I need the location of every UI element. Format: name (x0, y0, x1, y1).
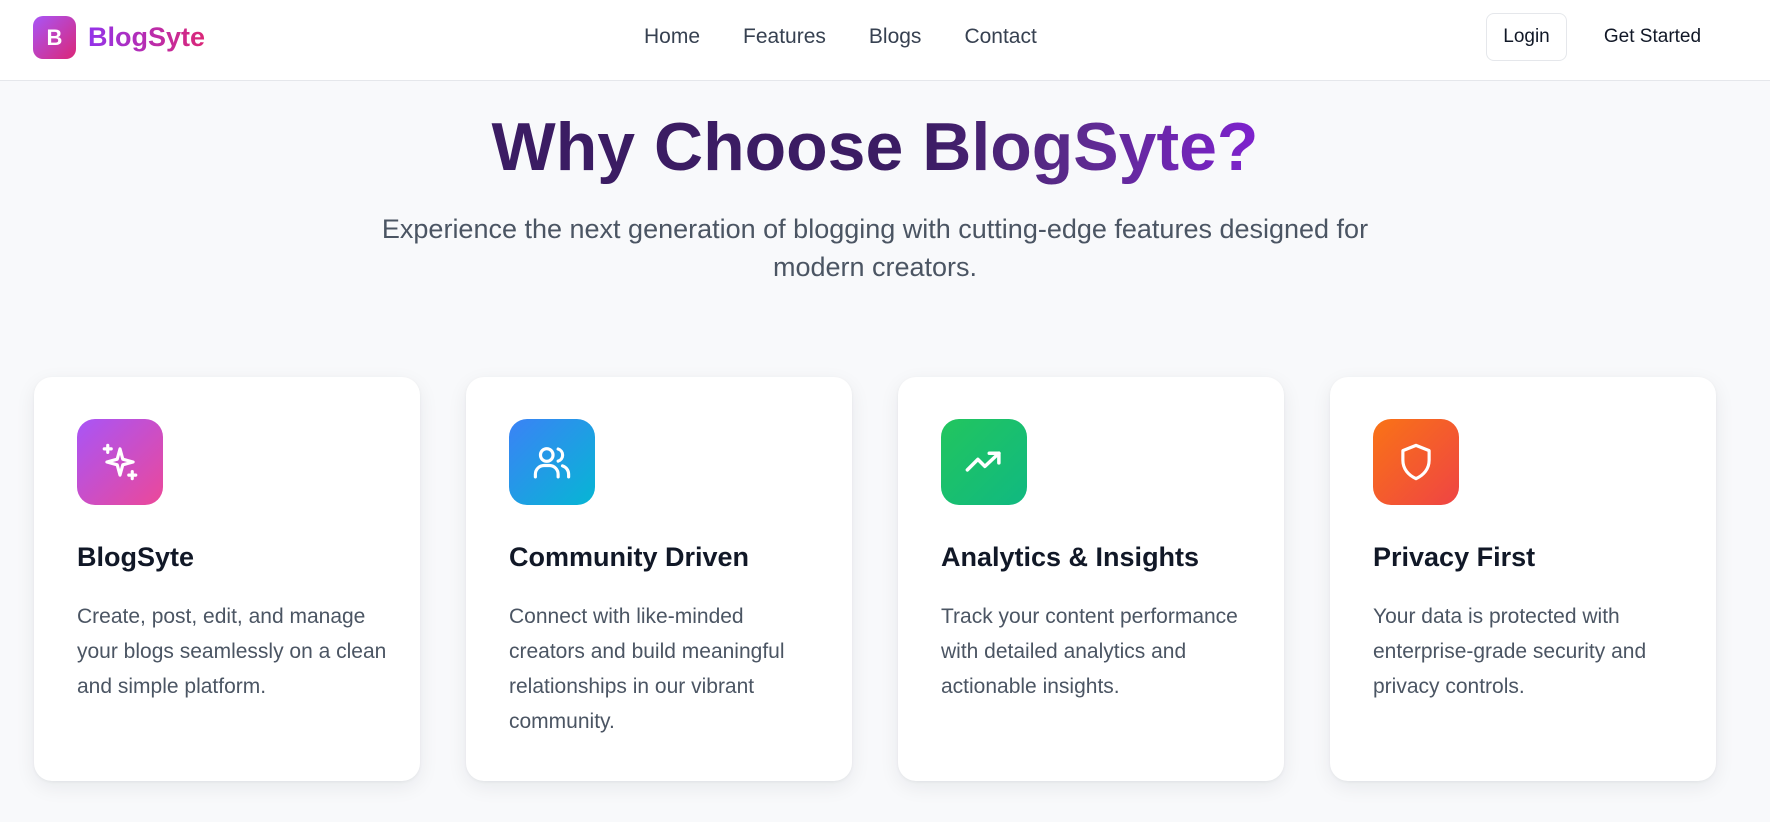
page-title: Why Choose BlogSyte? (0, 105, 1750, 189)
feature-description: Track your content performance with deta… (941, 605, 1238, 698)
nav-item-features[interactable]: Features (743, 24, 826, 50)
main-nav: Home Features Blogs Contact (644, 24, 1080, 50)
feature-title: Privacy First (1373, 542, 1536, 572)
logo-mark: B (33, 16, 76, 59)
page-subtitle: Experience the next generation of bloggi… (381, 214, 1369, 282)
feature-description: Connect with like-minded creators and bu… (509, 605, 785, 733)
feature-card-community: Community Driven Connect with like-minde… (466, 377, 852, 781)
brand-name: BlogSyte (88, 22, 206, 52)
nav-item-blogs[interactable]: Blogs (869, 24, 922, 50)
site-header: B BlogSyte Home Features Blogs Contact L… (0, 0, 1770, 81)
shield-icon (1373, 419, 1459, 505)
trending-up-icon (941, 419, 1027, 505)
sparkles-icon (77, 419, 163, 505)
login-button[interactable]: Login (1486, 13, 1567, 61)
feature-card-privacy: Privacy First Your data is protected wit… (1330, 377, 1716, 781)
feature-card-blogsyte: BlogSyte Create, post, edit, and manage … (34, 377, 420, 781)
feature-title: Analytics & Insights (941, 542, 1200, 572)
feature-title: BlogSyte (77, 542, 195, 572)
feature-description: Create, post, edit, and manage your blog… (77, 605, 387, 698)
nav-item-home[interactable]: Home (644, 24, 700, 50)
feature-title: Community Driven (509, 542, 750, 572)
brand-logo[interactable]: B BlogSyte (33, 16, 205, 59)
title-prefix: Why Choose (491, 109, 923, 185)
nav-item-contact[interactable]: Contact (964, 24, 1036, 50)
title-highlight: BlogSyte? (922, 109, 1259, 185)
feature-description: Your data is protected with enterprise-g… (1373, 605, 1647, 698)
feature-card-analytics: Analytics & Insights Track your content … (898, 377, 1284, 781)
users-icon (509, 419, 595, 505)
get-started-button[interactable]: Get Started (1590, 13, 1715, 61)
